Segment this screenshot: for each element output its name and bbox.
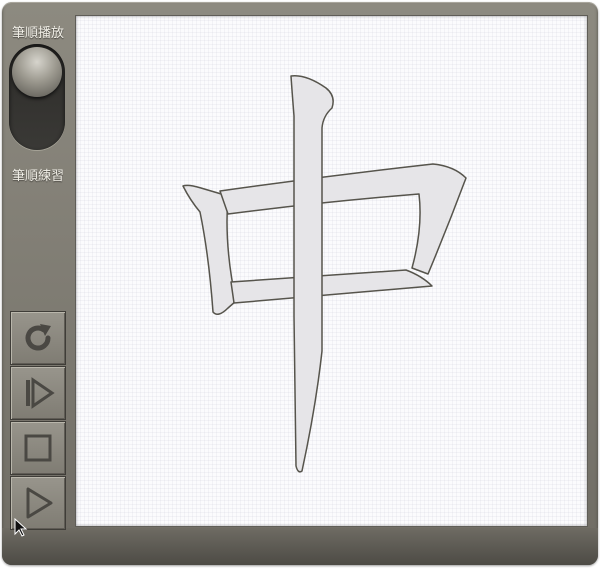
stroke-3: [230, 269, 433, 304]
stroke-practice-label[interactable]: 筆順練習: [5, 165, 71, 184]
step-forward-icon: [26, 377, 55, 409]
stop-icon: [24, 434, 52, 462]
stroke-2: [219, 163, 467, 275]
writing-canvas[interactable]: [75, 15, 588, 527]
frame-bottom-bar: [2, 528, 598, 565]
stop-button[interactable]: [10, 421, 66, 475]
reload-icon: [25, 324, 51, 351]
stroke-4: [290, 75, 334, 473]
replay-button[interactable]: [10, 311, 66, 365]
toggle-knob[interactable]: [12, 47, 62, 97]
mode-toggle-switch[interactable]: [9, 44, 65, 150]
mouse-cursor-icon: [14, 518, 28, 537]
stroke-play-label[interactable]: 筆順播放: [5, 22, 71, 41]
next-stroke-button[interactable]: [10, 366, 66, 420]
character-glyph: [182, 75, 467, 473]
